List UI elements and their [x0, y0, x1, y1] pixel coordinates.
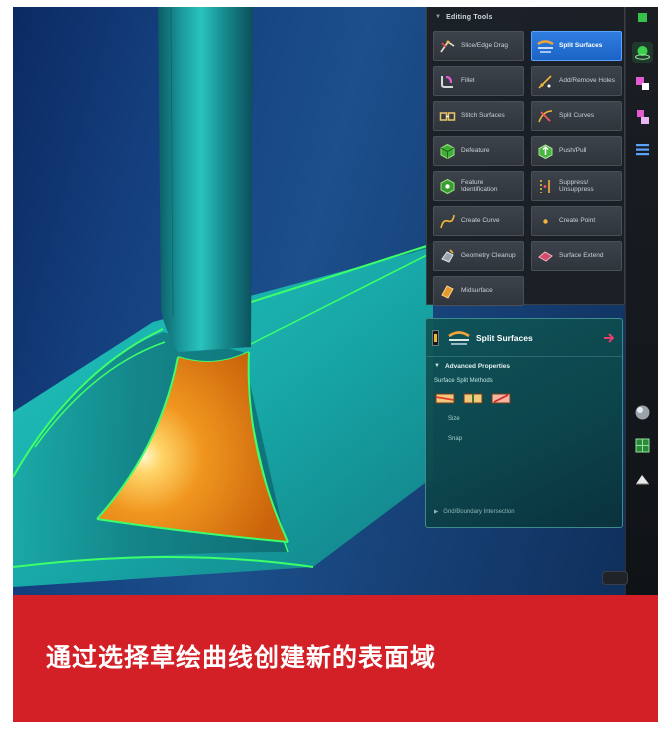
split-methods: [426, 387, 622, 409]
split-method-1-icon[interactable]: [435, 391, 455, 405]
create-curve-icon: [439, 213, 456, 230]
user-settings-icon[interactable]: [632, 469, 653, 490]
footer-label: Grid/Boundary Intersection: [443, 509, 515, 515]
split-method-3-icon[interactable]: [491, 391, 511, 405]
3d-viewport[interactable]: ▼ Editing Tools Slice/Edge Drag Split Su…: [13, 7, 658, 595]
feature-identification-icon: [439, 178, 456, 195]
create-point-icon: [537, 213, 554, 230]
geometry-icon[interactable]: [632, 42, 653, 63]
push-pull-icon: [537, 143, 554, 160]
fillet-icon: [439, 73, 456, 90]
layers-icon[interactable]: [632, 139, 653, 160]
surface-extend-icon: [537, 248, 554, 265]
tool-suppress-unsuppress-button[interactable]: Suppress/ Unsuppress: [531, 171, 622, 201]
tool-midsurface-button[interactable]: Midsurface: [433, 276, 524, 306]
tool-create-curve-button[interactable]: Create Curve: [433, 206, 524, 236]
advanced-properties-section[interactable]: ▼ Advanced Properties: [426, 357, 622, 375]
tool-label: Slice/Edge Drag: [461, 42, 508, 50]
geometry-cleanup-icon: [439, 248, 456, 265]
split-surfaces-icon: [448, 329, 470, 347]
green-grid-icon[interactable]: [632, 435, 653, 456]
stitch-surfaces-icon: [439, 108, 456, 125]
tool-label: Surface Extend: [559, 252, 604, 260]
editing-tools-title: Editing Tools: [446, 13, 493, 21]
pink-shapes-alt-icon[interactable]: [632, 107, 653, 128]
tool-label: Stitch Surfaces: [461, 112, 505, 120]
tool-fillet-button[interactable]: Fillet: [433, 66, 524, 96]
collapse-caret-icon: ▼: [434, 363, 440, 369]
sphere-icon[interactable]: [632, 402, 653, 423]
tool-label: Geometry Cleanup: [461, 252, 516, 260]
tool-surface-extend-button[interactable]: Surface Extend: [531, 241, 622, 271]
editing-tools-header[interactable]: ▼ Editing Tools: [427, 7, 624, 27]
caption-text: 通过选择草绘曲线创建新的表面域: [46, 644, 437, 672]
tool-push-pull-button[interactable]: Push/Pull: [531, 136, 622, 166]
tool-split-surfaces-button[interactable]: Split Surfaces: [531, 31, 622, 61]
tool-create-point-button[interactable]: Create Point: [531, 206, 622, 236]
tool-defeature-button[interactable]: Defeature: [433, 136, 524, 166]
tool-label: Add/Remove Holes: [559, 77, 615, 85]
tool-stitch-surfaces-button[interactable]: Stitch Surfaces: [433, 101, 524, 131]
tool-label: Split Curves: [559, 112, 595, 120]
mini-toolbar-icon[interactable]: [602, 571, 628, 585]
tool-label: Split Surfaces: [559, 42, 603, 50]
split-method-2-icon[interactable]: [463, 391, 483, 405]
grid-boundary-intersection-row[interactable]: ▶ Grid/Boundary Intersection: [426, 509, 622, 515]
suppress-unsuppress-icon: [537, 178, 554, 195]
tool-label: Create Curve: [461, 217, 500, 225]
tool-label: Midsurface: [461, 287, 493, 295]
split-panel-title: Split Surfaces: [476, 332, 533, 343]
tool-feature-identification-button[interactable]: Feature Identification: [433, 171, 524, 201]
snap-row[interactable]: Snap: [426, 429, 622, 449]
tool-label: Feature Identification: [461, 178, 498, 194]
expand-caret-icon: ▶: [434, 509, 439, 515]
green-square-icon[interactable]: [632, 9, 653, 30]
exit-icon[interactable]: [602, 331, 615, 345]
split-curves-icon: [537, 108, 554, 125]
pink-shapes-icon[interactable]: [632, 73, 653, 94]
tools-grid: Slice/Edge Drag Split Surfaces Fillet Ad…: [433, 31, 622, 306]
section-label: Advanced Properties: [444, 362, 510, 370]
slice-edge-drag-icon: [439, 38, 456, 55]
add-remove-holes-icon: [537, 73, 554, 90]
tool-label: Create Point: [559, 217, 596, 225]
collapse-caret-icon[interactable]: ▼: [435, 14, 441, 20]
split-panel-header: Split Surfaces: [426, 319, 622, 357]
tool-slice-edge-drag-button[interactable]: Slice/Edge Drag: [433, 31, 524, 61]
split-surfaces-icon: [537, 38, 554, 55]
tool-split-curves-button[interactable]: Split Curves: [531, 101, 622, 131]
pin-icon[interactable]: [432, 329, 439, 346]
caption-banner: 通过选择草绘曲线创建新的表面域: [13, 595, 658, 722]
tool-add-remove-holes-button[interactable]: Add/Remove Holes: [531, 66, 622, 96]
tool-label: Suppress/ Unsuppress: [559, 178, 594, 194]
split-surfaces-panel: Split Surfaces ▼ Advanced Properties Sur…: [425, 318, 623, 528]
editing-tools-panel: ▼ Editing Tools Slice/Edge Drag Split Su…: [426, 7, 625, 306]
tool-geometry-cleanup-button[interactable]: Geometry Cleanup: [433, 241, 524, 271]
screenshot-frame: ▼ Editing Tools Slice/Edge Drag Split Su…: [13, 7, 658, 722]
tool-label: Push/Pull: [559, 147, 587, 155]
midsurface-icon: [439, 283, 456, 300]
defeature-icon: [439, 143, 456, 160]
size-row[interactable]: Size: [426, 409, 622, 429]
tool-label: Defeature: [461, 147, 490, 155]
right-icon-strip: [602, 7, 658, 595]
tool-label: Fillet: [461, 77, 475, 85]
split-methods-label: Surface Split Methods: [434, 378, 493, 384]
